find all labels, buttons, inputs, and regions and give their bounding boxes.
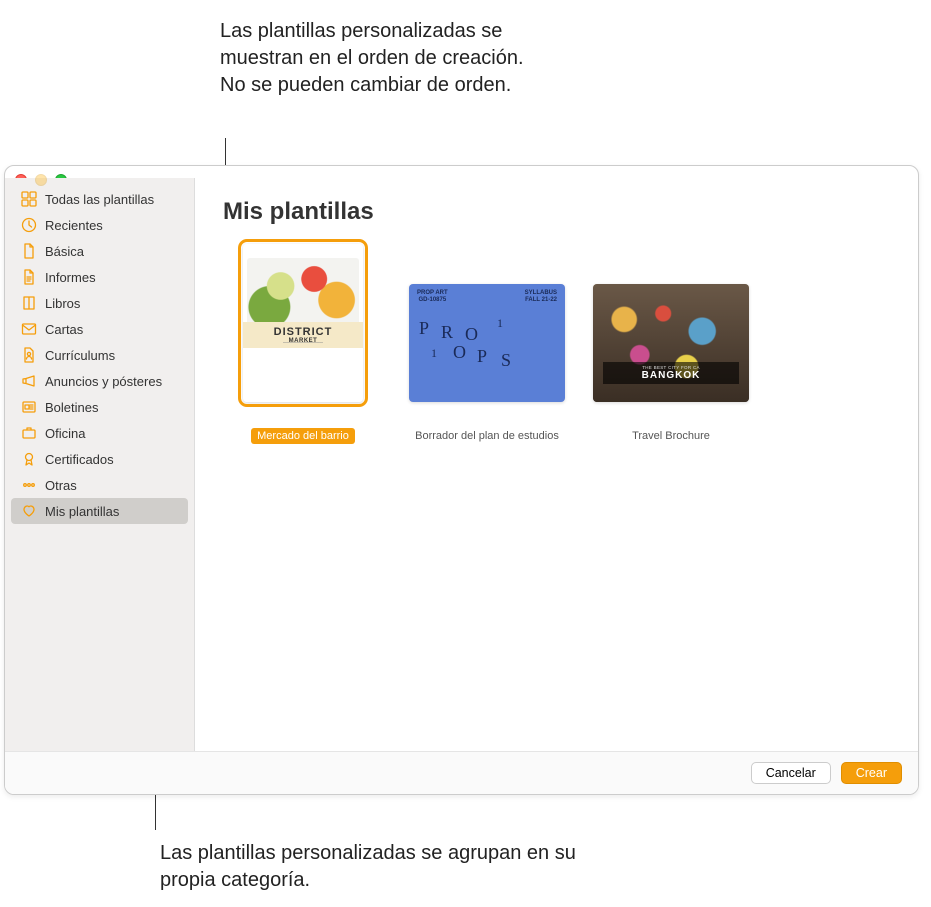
content-area: Mis plantillas DISTRICTMARKET–––––––––––… xyxy=(195,178,918,751)
sidebar: Todas las plantillas Recientes Básica Infor… xyxy=(5,178,195,751)
envelope-icon xyxy=(21,321,37,337)
callout-top: Las plantillas personalizadas se muestra… xyxy=(220,18,540,99)
sidebar-item-recientes[interactable]: Recientes xyxy=(11,212,188,238)
sidebar-item-boletines[interactable]: Boletines xyxy=(11,394,188,420)
sidebar-item-b-sica[interactable]: Básica xyxy=(11,238,188,264)
book-icon xyxy=(21,295,37,311)
template-card[interactable]: DISTRICTMARKET–––––––––––– Mercado del ba… xyxy=(223,244,383,444)
sidebar-item-otras[interactable]: Otras xyxy=(11,472,188,498)
thumb-title: DISTRICT xyxy=(274,326,333,338)
page-title: Mis plantillas xyxy=(223,198,890,226)
sidebar-item-label: Oficina xyxy=(45,426,85,441)
ellipsis-icon xyxy=(21,477,37,493)
sidebar-item-informes[interactable]: Informes xyxy=(11,264,188,290)
minimize-window-button[interactable] xyxy=(35,174,47,186)
doc-text-icon xyxy=(21,269,37,285)
sidebar-item-todas-las-plantillas[interactable]: Todas las plantillas xyxy=(11,186,188,212)
sidebar-item-label: Recientes xyxy=(45,218,103,233)
sidebar-item-libros[interactable]: Libros xyxy=(11,290,188,316)
megaphone-icon xyxy=(21,373,37,389)
template-label: Borrador del plan de estudios xyxy=(409,428,565,444)
sidebar-item-curr-culums[interactable]: Currículums xyxy=(11,342,188,368)
doc-icon xyxy=(21,243,37,259)
template-thumbnail: PROP ARTGD-10875 SYLLABUSFALL 21-22 P R … xyxy=(409,284,565,402)
heart-icon xyxy=(21,503,37,519)
cancel-button[interactable]: Cancelar xyxy=(751,762,831,784)
news-icon xyxy=(21,399,37,415)
ribbon-icon xyxy=(21,451,37,467)
sidebar-item-label: Informes xyxy=(45,270,96,285)
template-card[interactable]: PROP ARTGD-10875 SYLLABUSFALL 21-22 P R … xyxy=(407,284,567,444)
template-label: Travel Brochure xyxy=(626,428,716,444)
template-grid: DISTRICTMARKET–––––––––––– Mercado del ba… xyxy=(223,244,890,444)
callout-bottom: Las plantillas personalizadas se agrupan… xyxy=(160,840,610,894)
sidebar-item-label: Certificados xyxy=(45,452,114,467)
sidebar-item-label: Boletines xyxy=(45,400,98,415)
sidebar-item-label: Currículums xyxy=(45,348,115,363)
sidebar-item-oficina[interactable]: Oficina xyxy=(11,420,188,446)
template-thumbnail: DISTRICTMARKET–––––––––––– xyxy=(243,244,363,402)
sidebar-item-label: Cartas xyxy=(45,322,83,337)
sidebar-item-certificados[interactable]: Certificados xyxy=(11,446,188,472)
sidebar-item-anuncios-y-p-steres[interactable]: Anuncios y pósteres xyxy=(11,368,188,394)
template-chooser-window: Todas las plantillas Recientes Básica Infor… xyxy=(4,165,919,795)
sidebar-item-label: Básica xyxy=(45,244,84,259)
sidebar-item-label: Anuncios y pósteres xyxy=(45,374,162,389)
titlebar xyxy=(5,166,918,178)
clock-icon xyxy=(21,217,37,233)
sidebar-item-label: Mis plantillas xyxy=(45,504,119,519)
grid-icon xyxy=(21,191,37,207)
template-card[interactable]: THE BEST CITY FOR CABANGKOK Travel Brochu… xyxy=(591,284,751,444)
sidebar-item-label: Libros xyxy=(45,296,80,311)
briefcase-icon xyxy=(21,425,37,441)
person-doc-icon xyxy=(21,347,37,363)
sidebar-item-mis-plantillas[interactable]: Mis plantillas xyxy=(11,498,188,524)
sidebar-item-label: Todas las plantillas xyxy=(45,192,154,207)
create-button[interactable]: Crear xyxy=(841,762,902,784)
template-thumbnail: THE BEST CITY FOR CABANGKOK xyxy=(593,284,749,402)
template-label: Mercado del barrio xyxy=(251,428,355,444)
sidebar-item-label: Otras xyxy=(45,478,77,493)
sidebar-item-cartas[interactable]: Cartas xyxy=(11,316,188,342)
footer: Cancelar Crear xyxy=(5,751,918,794)
